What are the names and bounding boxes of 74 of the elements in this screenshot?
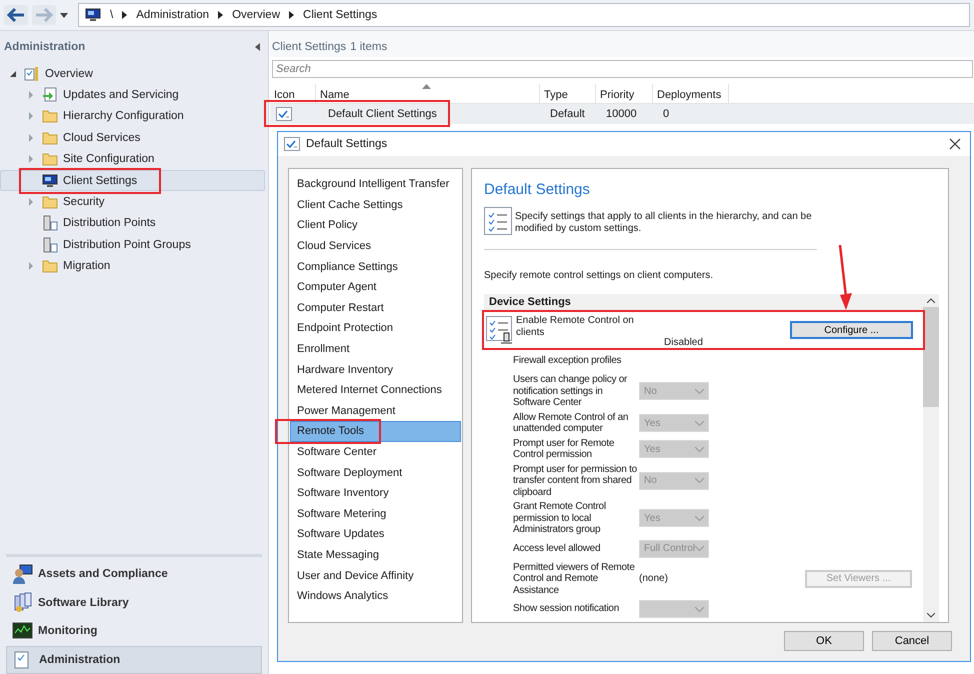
workspace-item[interactable]: Software Library — [6, 588, 262, 617]
breadcrumb-item[interactable]: Overview — [232, 9, 280, 21]
description-text: Specify settings that apply to all clients in the hierarchy, and can be modified by custom settings. — [515, 211, 813, 235]
setting-value: Disabled — [664, 337, 703, 348]
dialog-button[interactable]: OK — [784, 631, 864, 651]
category-item[interactable]: Enrollment — [290, 338, 461, 360]
tree-item[interactable]: Migration — [0, 256, 265, 277]
table-row[interactable]: Default Client Settings Default 10000 0 — [270, 104, 974, 124]
search-field[interactable]: Search — [272, 60, 973, 78]
setting-value: (none) — [639, 573, 669, 584]
table-cell-text: Default — [549, 108, 586, 120]
category-item[interactable]: Metered Internet Connections — [290, 380, 461, 401]
setting-label: Grant Remote Control permission to local Administrators group — [513, 501, 607, 536]
setting-label: Prompt user for permission to transfer content from shared clipboard — [513, 464, 637, 498]
tree-item[interactable]: Distribution Points — [0, 212, 265, 234]
workspace-item[interactable]: Monitoring — [6, 617, 262, 646]
table-cell-text: 0 — [662, 108, 670, 120]
category-item[interactable]: Software Center — [290, 442, 461, 462]
tree-item[interactable]: Overview — [0, 63, 265, 84]
tree-item[interactable]: Security — [0, 191, 265, 213]
breadcrumb-item[interactable]: Client Settings — [303, 9, 378, 21]
column-header[interactable]: Icon — [270, 84, 316, 103]
category-item[interactable]: Computer Restart — [290, 298, 461, 318]
category-item[interactable]: Power Management — [290, 400, 461, 422]
setting-label: Firewall exception profiles — [513, 355, 622, 367]
tree-item[interactable]: Updates and Servicing — [0, 84, 265, 106]
setting-label: Enable Remote Control on clients — [516, 315, 634, 338]
category-item[interactable]: Compliance Settings — [290, 256, 461, 277]
dialog-title: Default Settings — [306, 138, 388, 150]
setting-label: Users can change policy or notification settings in Software Center — [513, 374, 628, 408]
category-item[interactable]: Windows Analytics — [290, 586, 461, 606]
category-item[interactable]: Cloud Services — [290, 236, 461, 256]
panel-heading: Default Settings — [484, 181, 591, 198]
category-item[interactable]: User and Device Affinity — [290, 565, 461, 586]
category-item[interactable]: Client Cache Settings — [290, 194, 461, 216]
address-bar[interactable]: \ Administration Overview Client Settings — [78, 3, 970, 27]
pane-title: Administration — [4, 41, 86, 53]
configure-button[interactable]: Configure ... — [790, 321, 913, 339]
setting-label: Prompt user for Remote Control permission — [513, 438, 616, 460]
tree-item[interactable]: Client Settings — [0, 170, 265, 192]
group-header: Device Settings — [484, 294, 923, 310]
tree-item[interactable]: Distribution Point Groups — [0, 234, 265, 256]
category-item[interactable]: Software Deployment — [290, 462, 461, 483]
column-header[interactable]: Priority — [596, 84, 653, 103]
breadcrumb-item[interactable]: \ — [110, 9, 114, 21]
column-header[interactable]: Name — [316, 84, 540, 103]
item-count: 1 items — [350, 41, 388, 53]
tree-item[interactable]: Hierarchy Configuration — [0, 106, 265, 128]
category-item[interactable]: Software Inventory — [290, 482, 461, 504]
category-item[interactable]: State Messaging — [290, 544, 461, 566]
table-cell-text: Default Client Settings — [327, 108, 438, 120]
category-item[interactable]: Client Policy — [290, 215, 461, 236]
list-title: Client Settings — [272, 41, 346, 53]
tree-item[interactable]: Cloud Services — [0, 127, 265, 149]
breadcrumb-item[interactable]: Administration — [136, 9, 210, 21]
dialog-button[interactable]: Cancel — [872, 631, 952, 651]
workspace-item[interactable]: Assets and Compliance — [6, 560, 262, 588]
setting-label: Permitted viewers of Remote Control and Remote Assistance — [513, 562, 636, 596]
column-header[interactable]: Type — [540, 84, 596, 103]
workspace-item[interactable]: Administration — [6, 646, 262, 674]
category-item[interactable]: Hardware Inventory — [290, 359, 461, 380]
category-item[interactable]: Software Updates — [290, 524, 461, 545]
setting-label: Access level allowed — [513, 542, 602, 554]
setting-label: Allow Remote Control of an unattended computer — [513, 412, 630, 434]
table-cell-text: 10000 — [605, 108, 638, 120]
category-item[interactable]: Computer Agent — [290, 276, 461, 298]
setting-label: Show session notification — [513, 603, 620, 615]
category-item[interactable]: Remote Tools — [290, 421, 461, 442]
column-header[interactable]: Deployments — [653, 84, 729, 103]
category-item[interactable]: Endpoint Protection — [290, 318, 461, 339]
category-item[interactable]: Background Intelligent Transfer — [290, 174, 461, 195]
tree-item[interactable]: Site Configuration — [0, 148, 265, 170]
category-item[interactable]: Software Metering — [290, 504, 461, 524]
section-text: Specify remote control settings on client computers. — [484, 270, 714, 281]
